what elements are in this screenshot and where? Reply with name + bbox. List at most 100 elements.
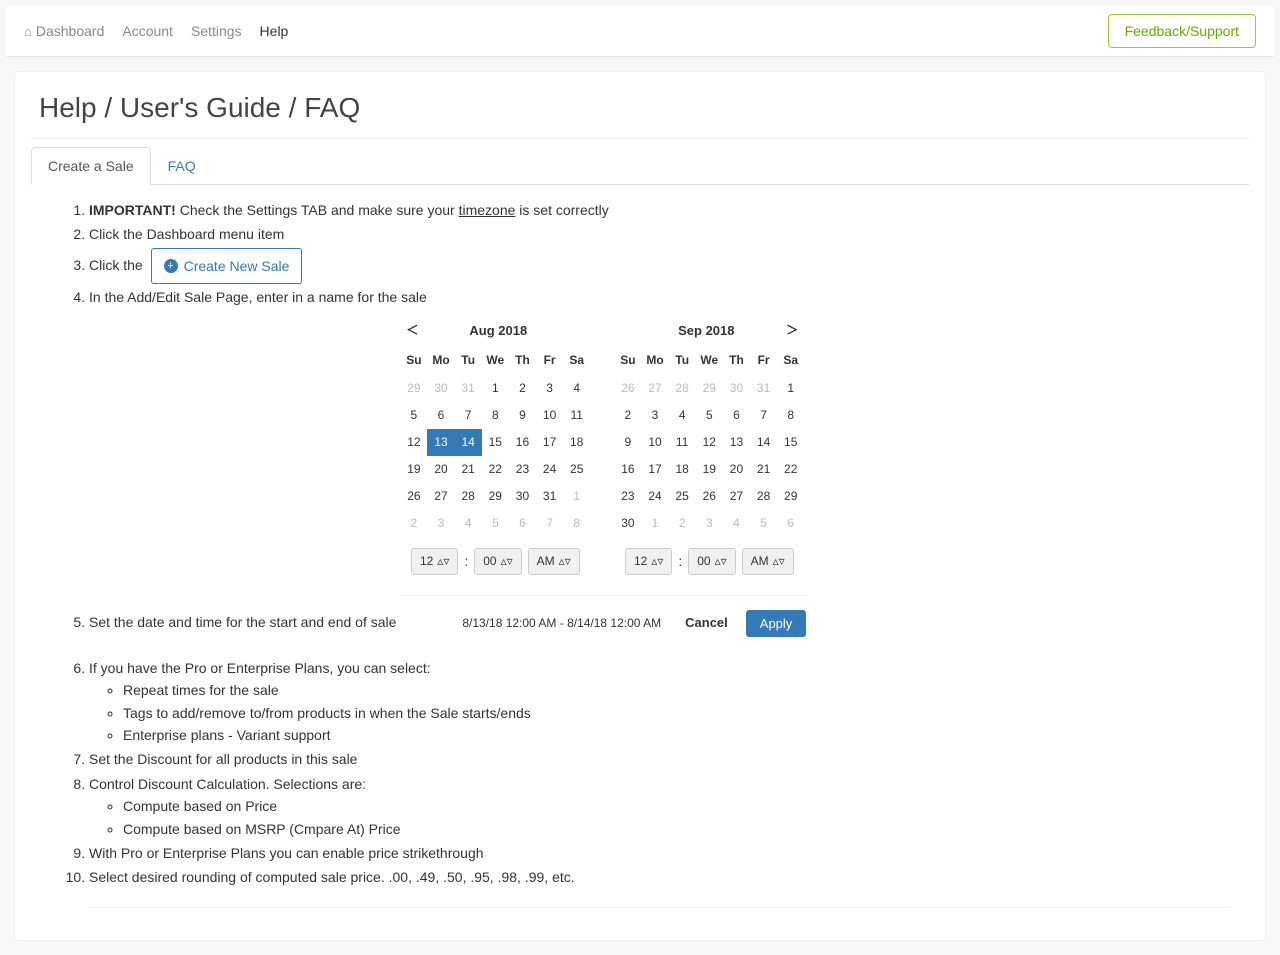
create-new-sale-button[interactable]: + Create New Sale	[151, 248, 303, 284]
calendar-day[interactable]: 1	[641, 510, 668, 537]
calendar-day[interactable]: 2	[669, 510, 696, 537]
calendar-day[interactable]: 19	[696, 456, 723, 483]
calendar-day[interactable]: 25	[563, 456, 590, 483]
calendar-day[interactable]: 1	[482, 375, 509, 402]
calendar-day[interactable]: 24	[536, 456, 563, 483]
calendar-day[interactable]: 7	[536, 510, 563, 537]
nav-help[interactable]: Help	[260, 23, 289, 39]
calendar-day[interactable]: 16	[509, 429, 536, 456]
calendar-day[interactable]: 4	[723, 510, 750, 537]
calendar-day[interactable]: 3	[427, 510, 454, 537]
calendar-day[interactable]: 24	[641, 483, 668, 510]
calendar-day[interactable]: 26	[400, 483, 427, 510]
calendar-day[interactable]: 2	[614, 402, 641, 429]
calendar-day[interactable]: 11	[669, 429, 696, 456]
calendar-day[interactable]: 5	[696, 402, 723, 429]
calendar-day[interactable]: 28	[750, 483, 777, 510]
calendar-day[interactable]: 6	[509, 510, 536, 537]
next-month-icon[interactable]: ＞	[780, 321, 804, 340]
calendar-day[interactable]: 29	[696, 375, 723, 402]
calendar-day[interactable]: 26	[696, 483, 723, 510]
calendar-day[interactable]: 28	[669, 375, 696, 402]
calendar-day[interactable]: 12	[696, 429, 723, 456]
calendar-day[interactable]: 20	[427, 456, 454, 483]
calendar-day[interactable]: 5	[400, 402, 427, 429]
calendar-day[interactable]: 5	[750, 510, 777, 537]
calendar-day[interactable]: 13	[427, 429, 454, 456]
calendar-day[interactable]: 26	[614, 375, 641, 402]
apply-button[interactable]: Apply	[746, 610, 807, 637]
calendar-day[interactable]: 1	[777, 375, 804, 402]
nav-dashboard[interactable]: ⌂Dashboard	[24, 23, 104, 39]
calendar-day[interactable]: 18	[563, 429, 590, 456]
calendar-day[interactable]: 18	[669, 456, 696, 483]
ampm-select[interactable]: AM▵▿	[528, 548, 580, 575]
prev-month-icon[interactable]: ＜	[400, 321, 424, 340]
calendar-day[interactable]: 31	[536, 483, 563, 510]
calendar-day[interactable]: 4	[669, 402, 696, 429]
calendar-day[interactable]: 11	[563, 402, 590, 429]
calendar-day[interactable]: 14	[750, 429, 777, 456]
calendar-day[interactable]: 27	[427, 483, 454, 510]
calendar-day[interactable]: 27	[641, 375, 668, 402]
calendar-day[interactable]: 30	[427, 375, 454, 402]
calendar-day[interactable]: 21	[455, 456, 482, 483]
calendar-day[interactable]: 21	[750, 456, 777, 483]
calendar-day[interactable]: 8	[482, 402, 509, 429]
hour-select[interactable]: 12▵▿	[411, 548, 458, 575]
calendar-day[interactable]: 7	[750, 402, 777, 429]
calendar-day[interactable]: 30	[723, 375, 750, 402]
calendar-day[interactable]: 19	[400, 456, 427, 483]
calendar-day[interactable]: 8	[563, 510, 590, 537]
calendar-day[interactable]: 1	[563, 483, 590, 510]
calendar-day[interactable]: 25	[669, 483, 696, 510]
calendar-day[interactable]: 6	[427, 402, 454, 429]
calendar-day[interactable]: 29	[777, 483, 804, 510]
calendar-day[interactable]: 31	[455, 375, 482, 402]
calendar-day[interactable]: 30	[614, 510, 641, 537]
calendar-day[interactable]: 22	[482, 456, 509, 483]
calendar-day[interactable]: 10	[641, 429, 668, 456]
calendar-day[interactable]: 4	[455, 510, 482, 537]
calendar-day[interactable]: 6	[777, 510, 804, 537]
ampm-select-end[interactable]: AM▵▿	[742, 548, 794, 575]
calendar-day[interactable]: 14	[455, 429, 482, 456]
calendar-day[interactable]: 27	[723, 483, 750, 510]
calendar-day[interactable]: 28	[455, 483, 482, 510]
calendar-day[interactable]: 29	[482, 483, 509, 510]
calendar-day[interactable]: 30	[509, 483, 536, 510]
calendar-day[interactable]: 22	[777, 456, 804, 483]
calendar-day[interactable]: 6	[723, 402, 750, 429]
tab-create-a-sale[interactable]: Create a Sale	[31, 147, 151, 185]
calendar-day[interactable]: 9	[509, 402, 536, 429]
calendar-day[interactable]: 16	[614, 456, 641, 483]
calendar-day[interactable]: 2	[509, 375, 536, 402]
calendar-day[interactable]: 13	[723, 429, 750, 456]
calendar-day[interactable]: 20	[723, 456, 750, 483]
calendar-day[interactable]: 3	[641, 402, 668, 429]
calendar-day[interactable]: 23	[509, 456, 536, 483]
calendar-day[interactable]: 23	[614, 483, 641, 510]
nav-settings[interactable]: Settings	[191, 23, 242, 39]
feedback-button[interactable]: Feedback/Support	[1108, 14, 1256, 48]
tab-faq[interactable]: FAQ	[151, 147, 213, 184]
calendar-day[interactable]: 12	[400, 429, 427, 456]
minute-select-end[interactable]: 00▵▿	[688, 548, 735, 575]
calendar-day[interactable]: 5	[482, 510, 509, 537]
nav-account[interactable]: Account	[122, 23, 173, 39]
calendar-day[interactable]: 3	[696, 510, 723, 537]
calendar-day[interactable]: 15	[482, 429, 509, 456]
calendar-day[interactable]: 2	[400, 510, 427, 537]
calendar-day[interactable]: 15	[777, 429, 804, 456]
calendar-day[interactable]: 9	[614, 429, 641, 456]
calendar-day[interactable]: 4	[563, 375, 590, 402]
calendar-day[interactable]: 10	[536, 402, 563, 429]
calendar-day[interactable]: 17	[641, 456, 668, 483]
calendar-day[interactable]: 8	[777, 402, 804, 429]
calendar-day[interactable]: 3	[536, 375, 563, 402]
minute-select[interactable]: 00▵▿	[474, 548, 521, 575]
cancel-button[interactable]: Cancel	[685, 613, 728, 634]
calendar-day[interactable]: 17	[536, 429, 563, 456]
calendar-day[interactable]: 29	[400, 375, 427, 402]
hour-select-end[interactable]: 12▵▿	[625, 548, 672, 575]
